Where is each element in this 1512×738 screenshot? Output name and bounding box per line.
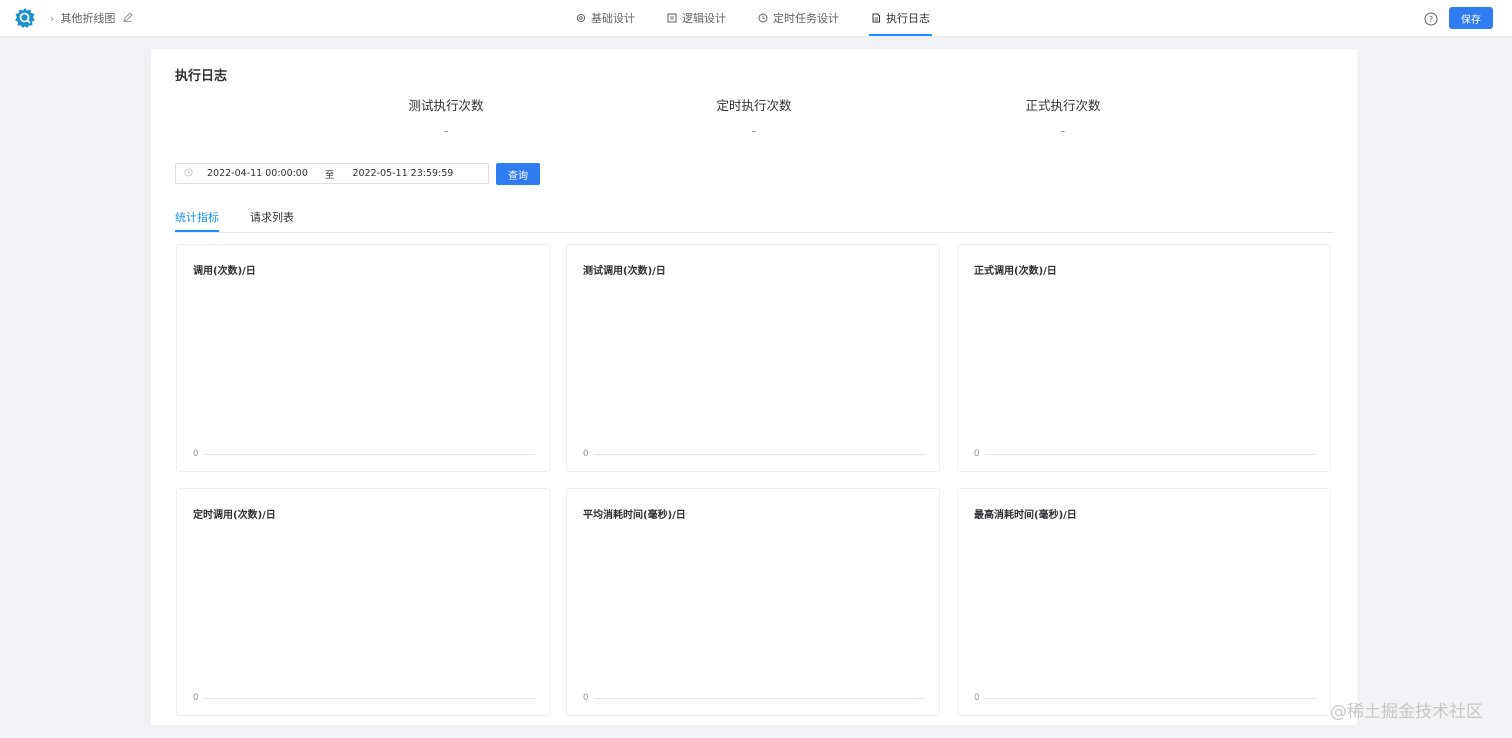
x-axis-line bbox=[985, 698, 1316, 699]
chart-card-production-calls: 正式调用(次数)/日 0 bbox=[957, 244, 1331, 472]
edit-icon[interactable] bbox=[123, 11, 134, 25]
tab-execution-log[interactable]: 执行日志 bbox=[869, 0, 932, 36]
y-axis-zero-label: 0 bbox=[193, 449, 199, 459]
top-header: › 其他折线图 基础设计 逻辑设计 定时任务设计 执行日志 ? 保存 bbox=[0, 0, 1512, 37]
x-axis-line bbox=[985, 454, 1316, 455]
stat-value: - bbox=[443, 124, 449, 138]
chart-title: 平均消耗时间(毫秒)/日 bbox=[583, 510, 686, 521]
y-axis-zero-label: 0 bbox=[974, 693, 980, 703]
stat-production-executions: 正式执行次数 - bbox=[963, 95, 1163, 138]
tab-logic-design[interactable]: 逻辑设计 bbox=[667, 0, 726, 36]
page-title: 执行日志 bbox=[175, 69, 228, 84]
breadcrumb: › 其他折线图 bbox=[50, 0, 134, 36]
chart-card-max-time: 最高消耗时间(毫秒)/日 0 bbox=[957, 488, 1331, 716]
y-axis-zero-label: 0 bbox=[583, 693, 589, 703]
start-date-input[interactable]: 2022-04-11 00:00:00 bbox=[207, 168, 308, 179]
chart-title: 定时调用(次数)/日 bbox=[193, 510, 276, 521]
save-button[interactable]: 保存 bbox=[1449, 7, 1493, 29]
end-date-input[interactable]: 2022-05-11 23:59:59 bbox=[352, 168, 453, 179]
watermark: @稀土掘金技术社区 bbox=[1330, 702, 1483, 722]
app-logo-icon[interactable] bbox=[15, 8, 35, 28]
top-tab-bar: 基础设计 逻辑设计 定时任务设计 执行日志 bbox=[570, 0, 962, 36]
query-button[interactable]: 查询 bbox=[496, 163, 540, 185]
stat-value: - bbox=[751, 124, 757, 138]
chart-title: 正式调用(次数)/日 bbox=[974, 266, 1057, 277]
x-axis-line bbox=[204, 454, 535, 455]
help-icon[interactable]: ? bbox=[1424, 11, 1438, 26]
stat-value: - bbox=[1060, 124, 1066, 138]
chart-card-scheduled-calls: 定时调用(次数)/日 0 bbox=[176, 488, 550, 716]
stat-label: 正式执行次数 bbox=[1025, 98, 1101, 113]
x-axis-line bbox=[594, 698, 925, 699]
stat-label: 测试执行次数 bbox=[408, 98, 484, 113]
tab-label: 基础设计 bbox=[591, 12, 635, 25]
y-axis-zero-label: 0 bbox=[193, 693, 199, 703]
chart-title: 测试调用(次数)/日 bbox=[583, 266, 666, 277]
y-axis-zero-label: 0 bbox=[974, 449, 980, 459]
document-icon bbox=[872, 13, 880, 23]
stat-test-executions: 测试执行次数 - bbox=[346, 95, 546, 138]
stat-scheduled-executions: 定时执行次数 - bbox=[654, 95, 854, 138]
tab-label: 定时任务设计 bbox=[773, 12, 839, 25]
y-axis-zero-label: 0 bbox=[583, 449, 589, 459]
date-range-picker[interactable]: 2022-04-11 00:00:00 至 2022-05-11 23:59:5… bbox=[175, 163, 489, 184]
tab-basic-design[interactable]: 基础设计 bbox=[576, 0, 635, 36]
chevron-right-icon: › bbox=[50, 11, 55, 25]
x-axis-line bbox=[594, 454, 925, 455]
breadcrumb-title: 其他折线图 bbox=[60, 12, 116, 25]
tab-request-list[interactable]: 请求列表 bbox=[250, 209, 294, 225]
svg-text:?: ? bbox=[1429, 15, 1433, 24]
clock-icon bbox=[758, 13, 768, 23]
clock-icon bbox=[184, 167, 193, 180]
tab-schedule-design[interactable]: 定时任务设计 bbox=[758, 0, 839, 36]
range-separator: 至 bbox=[324, 169, 335, 181]
execution-log-panel: 执行日志 测试执行次数 - 定时执行次数 - 正式执行次数 - 2022-04-… bbox=[151, 49, 1357, 725]
chart-card-avg-time: 平均消耗时间(毫秒)/日 0 bbox=[566, 488, 940, 716]
logic-icon bbox=[667, 13, 677, 23]
tab-label: 逻辑设计 bbox=[682, 12, 726, 25]
chart-card-calls: 调用(次数)/日 0 bbox=[176, 244, 550, 472]
gear-icon bbox=[576, 13, 586, 23]
chart-title: 最高消耗时间(毫秒)/日 bbox=[974, 510, 1077, 521]
tab-statistics[interactable]: 统计指标 bbox=[175, 209, 219, 232]
sub-tab-bar: 统计指标 请求列表 bbox=[175, 207, 1334, 233]
chart-title: 调用(次数)/日 bbox=[193, 266, 256, 277]
tab-label: 执行日志 bbox=[886, 12, 930, 25]
stat-label: 定时执行次数 bbox=[716, 98, 792, 113]
x-axis-line bbox=[204, 698, 535, 699]
chart-card-test-calls: 测试调用(次数)/日 0 bbox=[566, 244, 940, 472]
